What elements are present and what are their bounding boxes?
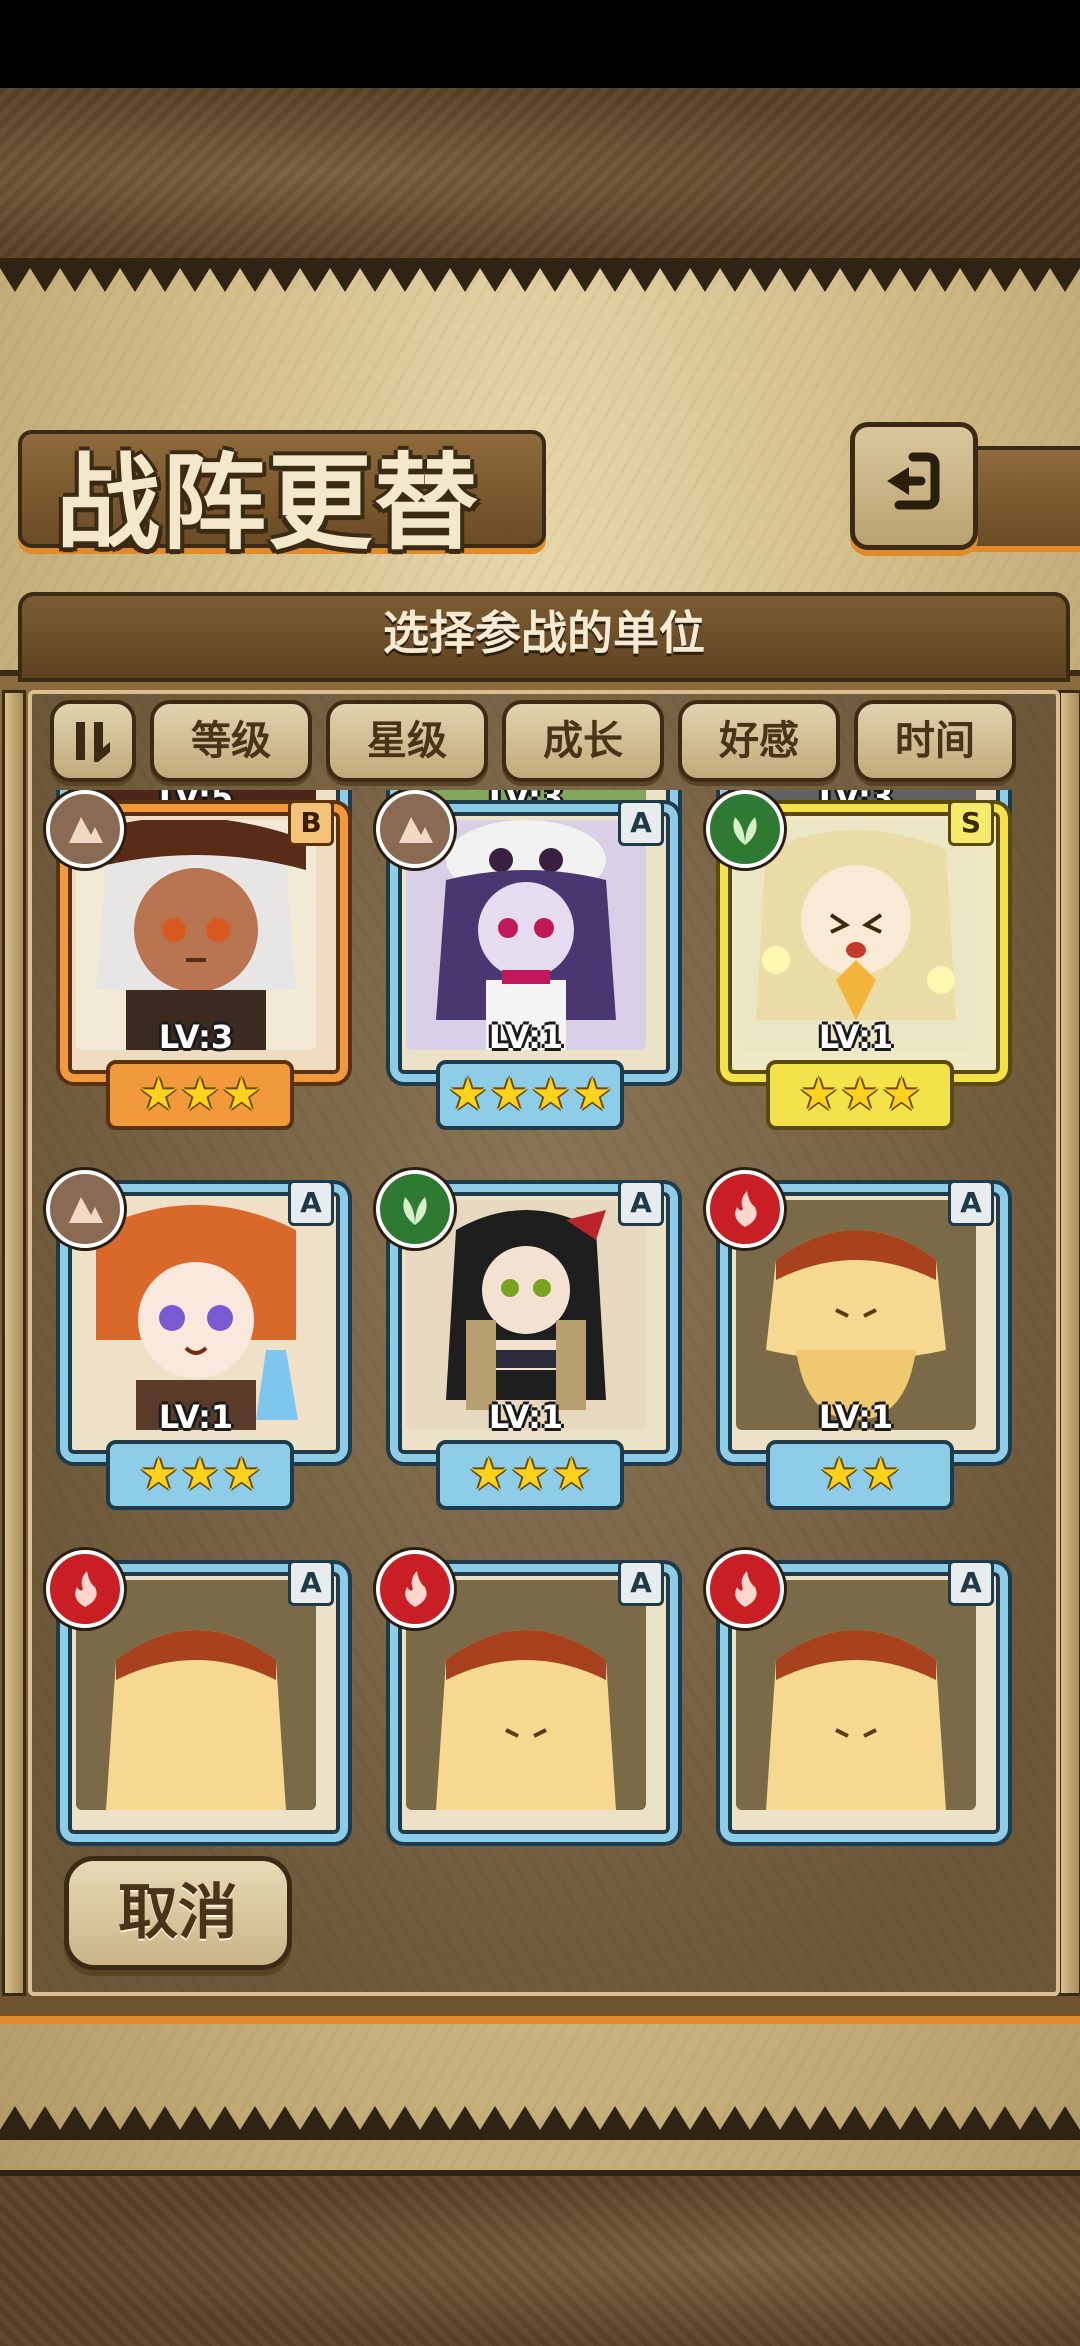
sort-by-level-button[interactable]: 等级 xyxy=(150,700,312,782)
element-earth-icon xyxy=(376,790,454,868)
unit-card[interactable]: B LV:3 ★ ★ ★ xyxy=(46,790,348,1130)
unit-card[interactable]: A LV:1 ★ ★ ★ xyxy=(46,1170,348,1510)
element-earth-icon xyxy=(46,790,124,868)
element-fire-icon xyxy=(46,1550,124,1628)
unit-rank-badge: A xyxy=(288,1180,334,1226)
unit-rank-badge: A xyxy=(618,1180,664,1226)
back-button[interactable] xyxy=(850,422,978,550)
sort-by-time-button[interactable]: 时间 xyxy=(854,700,1016,782)
unit-stars: ★★★ xyxy=(106,1060,294,1130)
panel-header-label: 选择参战的单位 xyxy=(383,606,705,660)
sort-by-stars-button[interactable]: 星级 xyxy=(326,700,488,782)
unit-level: LV:3 xyxy=(158,1018,234,1056)
unit-card[interactable]: S LV:1 ★ ★ ★ xyxy=(706,790,1008,1130)
sort-by-affection-button[interactable]: 好感 xyxy=(678,700,840,782)
unit-level: LV:1 xyxy=(818,1398,894,1436)
sort-order-toggle[interactable] xyxy=(50,700,136,782)
unit-stars: ★★★ xyxy=(436,1440,624,1510)
unit-stars: ★★★★ xyxy=(436,1060,624,1130)
unit-rank-badge: S xyxy=(948,800,994,846)
unit-card[interactable]: A xyxy=(706,1550,1008,1860)
unit-card[interactable]: A xyxy=(376,1550,678,1860)
top-zigzag-border xyxy=(0,258,1080,292)
back-arrow-icon xyxy=(887,452,940,510)
element-fire-icon xyxy=(376,1550,454,1628)
unit-card[interactable]: A LV:1 ★ ★ xyxy=(706,1170,1008,1510)
unit-stars: ★★★ xyxy=(106,1440,294,1510)
element-earth-icon xyxy=(46,1170,124,1248)
unit-rank-badge: A xyxy=(288,1560,334,1606)
unit-rank-badge: A xyxy=(948,1180,994,1226)
unit-rank-badge: B xyxy=(288,800,334,846)
element-fire-icon xyxy=(706,1170,784,1248)
panel-rail-right xyxy=(1058,690,1080,1996)
unit-level: LV:1 xyxy=(158,1398,234,1436)
unit-stars: ★ ★ xyxy=(766,1440,954,1510)
unit-card[interactable]: A LV:1 ★ ★ ★ xyxy=(376,1170,678,1510)
unit-rank-badge: A xyxy=(618,800,664,846)
unit-rank-badge: A xyxy=(618,1560,664,1606)
unit-stars: ★★★ xyxy=(766,1060,954,1130)
unit-rank-badge: A xyxy=(948,1560,994,1606)
page-title: 战阵更替 xyxy=(56,441,481,564)
bottom-zigzag-border xyxy=(0,2106,1080,2140)
sort-order-icon xyxy=(76,722,110,762)
cancel-button[interactable]: 取消 xyxy=(64,1856,292,1970)
unit-level: LV:1 xyxy=(818,1018,894,1056)
element-fire-icon xyxy=(706,1550,784,1628)
top-map-background xyxy=(0,88,1080,264)
element-wood-icon xyxy=(706,790,784,868)
bottom-map-background xyxy=(0,2170,1080,2346)
unit-level: LV:1 xyxy=(488,1018,564,1056)
unit-list[interactable]: LV:5 ★★★ LV:3 ★★★★ LV:3 ★★★ xyxy=(40,790,1040,1920)
sort-by-growth-button[interactable]: 成长 xyxy=(502,700,664,782)
element-wood-icon xyxy=(376,1170,454,1248)
panel-rail-left xyxy=(2,690,26,1996)
status-bar xyxy=(0,0,1080,88)
unit-card[interactable]: A LV:1 ★ ★ ★ ★ xyxy=(376,790,678,1130)
unit-card[interactable]: A xyxy=(46,1550,348,1860)
unit-level: LV:1 xyxy=(488,1398,564,1436)
